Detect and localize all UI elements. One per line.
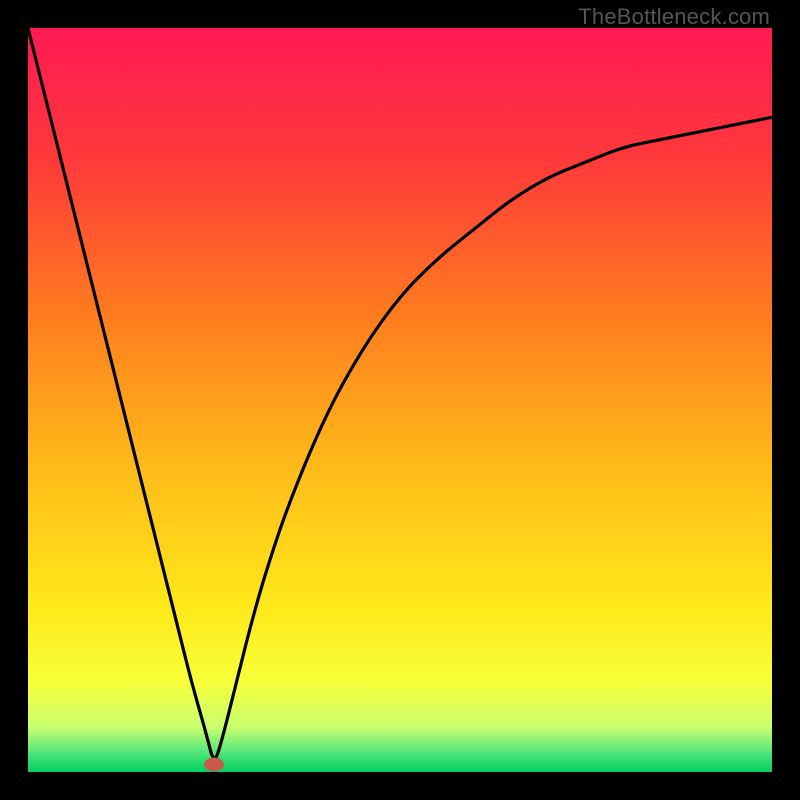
watermark-text: TheBottleneck.com xyxy=(578,4,770,30)
chart-frame xyxy=(28,28,772,772)
minimum-marker xyxy=(204,758,224,772)
bottleneck-chart xyxy=(28,28,772,772)
